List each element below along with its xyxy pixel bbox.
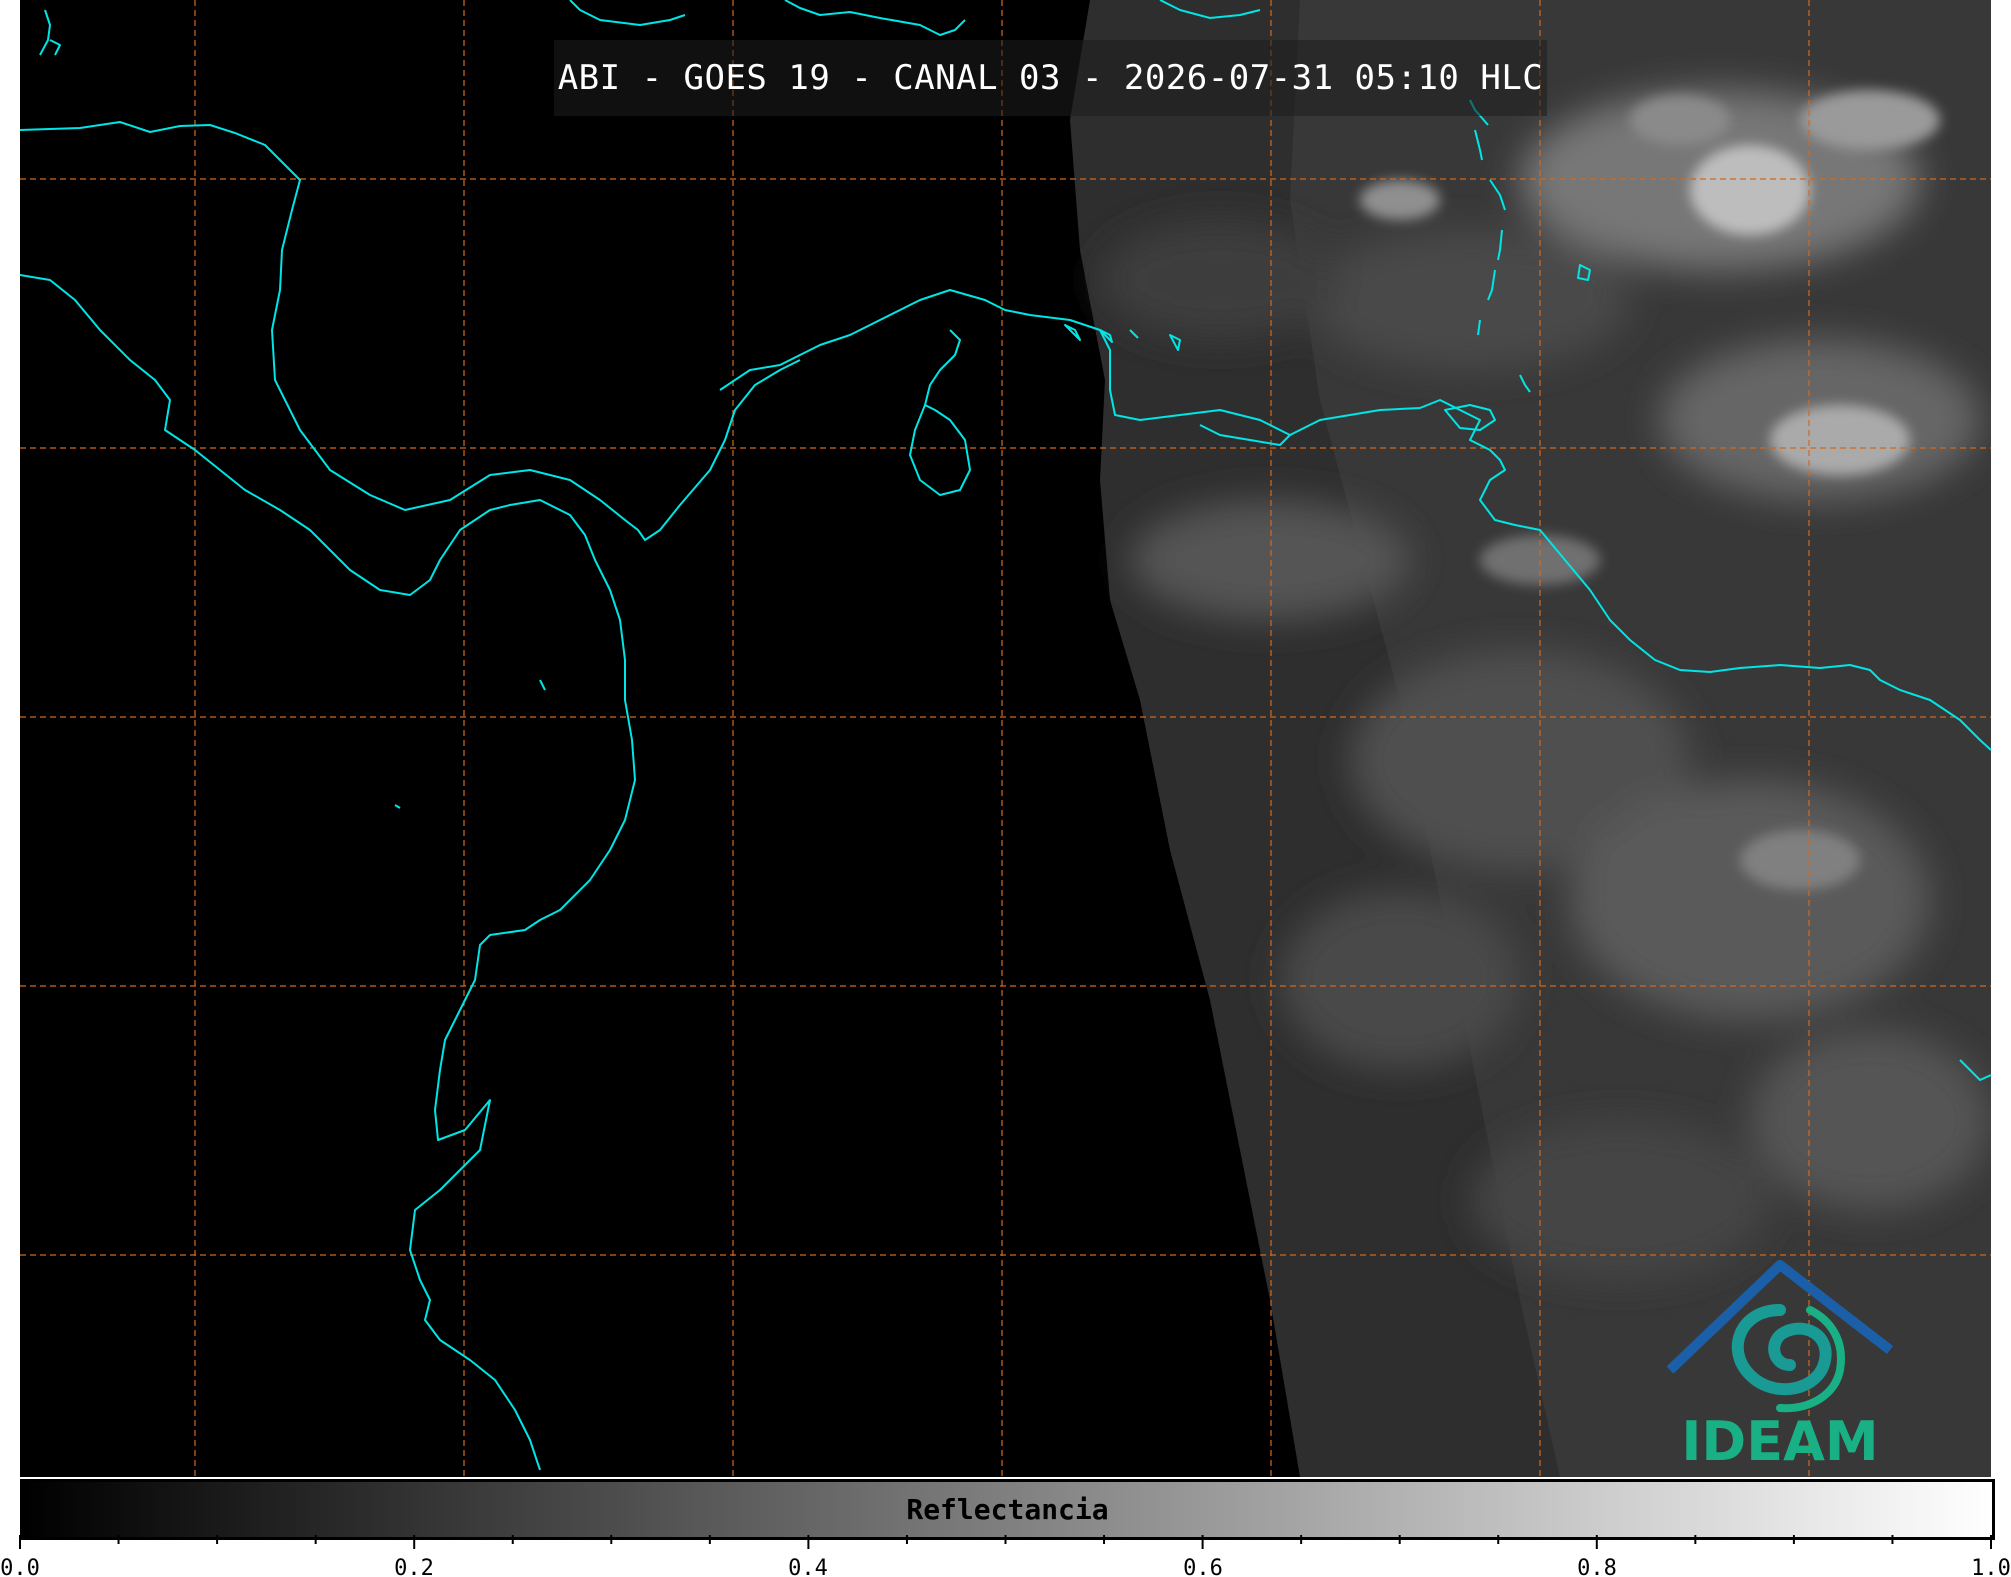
colorbar-ticks xyxy=(19,1535,1992,1549)
colorbar-tick-label: 0.2 xyxy=(394,1556,434,1577)
colorbar-tick-label: 1.0 xyxy=(1971,1556,2011,1577)
colorbar: Reflectancia xyxy=(20,1479,1995,1540)
colorbar-tick-label: 0.8 xyxy=(1577,1556,1617,1577)
ideam-logo-mark xyxy=(1666,1260,1894,1413)
colorbar-tick-label: 0.4 xyxy=(788,1556,828,1577)
map-title: ABI - GOES 19 - CANAL 03 - 2026-07-31 05… xyxy=(557,58,1544,98)
page: ABI - GOES 19 - CANAL 03 - 2026-07-31 05… xyxy=(0,0,2011,1577)
title-banner: ABI - GOES 19 - CANAL 03 - 2026-07-31 05… xyxy=(554,40,1547,116)
colorbar-tick-label: 0.0 xyxy=(0,1556,40,1577)
logo-text: IDEAM xyxy=(1681,1410,1879,1473)
colorbar-tick-label: 0.6 xyxy=(1183,1556,1223,1577)
colorbar-label: Reflectancia xyxy=(906,1493,1109,1526)
ideam-logo: IDEAM xyxy=(1660,1250,1900,1480)
